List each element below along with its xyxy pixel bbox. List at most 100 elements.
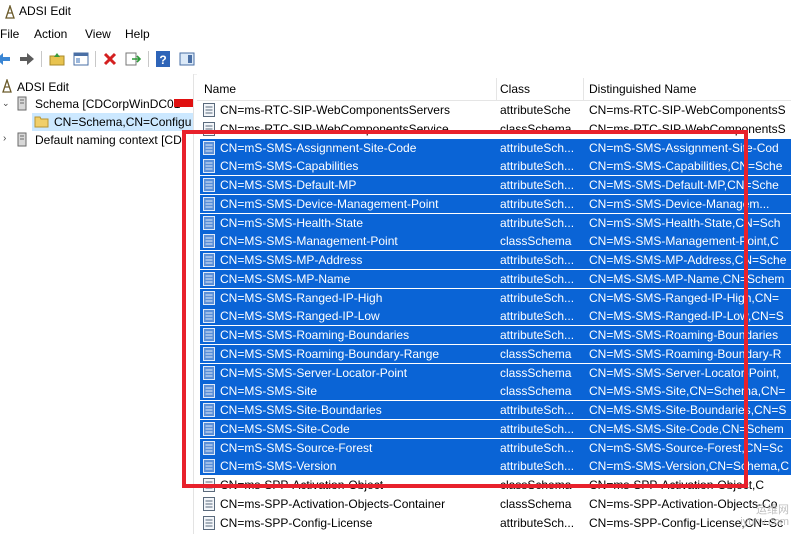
table-row[interactable]: CN=mS-SMS-Source-Forest attributeSch... CN…: [200, 438, 791, 457]
table-row[interactable]: CN=mS-SMS-Version attributeSch... CN=mS-SM…: [200, 457, 791, 476]
cell-class: attributeSch...: [500, 159, 575, 174]
cell-distinguished-name: CN=mS-SMS-Version,CN=Schema,C: [589, 459, 790, 474]
column-header-name[interactable]: Name: [204, 82, 236, 96]
cell-class: attributeSch...: [500, 271, 575, 286]
cell-name: CN=mS-SMS-Device-Management-Point: [220, 196, 439, 211]
schema-object-icon: [203, 478, 215, 492]
table-row[interactable]: CN=MS-SMS-MP-Name attributeSch... CN=MS-SM…: [200, 269, 791, 288]
schema-object-icon: [203, 309, 215, 324]
cell-name: CN=mS-SMS-Assignment-Site-Code: [220, 140, 417, 155]
column-header-distinguished-name[interactable]: Distinguished Name: [589, 82, 696, 96]
table-row[interactable]: CN=MS-SMS-Roaming-Boundaries attributeSch…: [200, 326, 791, 344]
watermark-line: 运维网: [756, 504, 789, 516]
results-list[interactable]: Name Class Distinguished Name CN=ms-RTC-…: [197, 74, 791, 534]
table-row[interactable]: CN=mS-SMS-Health-State attributeSch... CN=…: [200, 213, 791, 232]
cell-class: attributeSche: [500, 103, 571, 117]
watermark: 运维网 iyunv.com: [740, 504, 789, 528]
cell-name: CN=MS-SMS-Roaming-Boundaries: [220, 328, 410, 342]
cell-name: CN=MS-SMS-MP-Address: [220, 253, 363, 267]
table-row[interactable]: CN=ms-SPP-Activation-Objects-Container cl…: [200, 495, 791, 513]
table-row[interactable]: CN=mS-SMS-Assignment-Site-Code attributeS…: [200, 138, 791, 157]
table-row[interactable]: CN=ms-SPP-Activation-Object classSchema CN…: [200, 476, 791, 494]
cell-name: CN=MS-SMS-Ranged-IP-High: [220, 290, 383, 305]
cell-class: classSchema: [500, 365, 572, 380]
console-tree[interactable]: ADSI Edit ⌄ Schema [CDCorpWinDC01 CN=Sch…: [0, 74, 194, 534]
export-list-icon[interactable]: [124, 50, 142, 68]
cell-name: CN=ms-SPP-Config-License: [220, 515, 373, 530]
chevron-right-icon[interactable]: ›: [3, 133, 6, 144]
table-row[interactable]: CN=ms-SPP-Config-License attributeSch... C…: [200, 514, 791, 532]
table-row[interactable]: CN=MS-SMS-Site classSchema CN=MS-SMS-Site,…: [200, 382, 791, 401]
cell-name: CN=ms-RTC-SIP-WebComponentsService: [220, 121, 449, 136]
table-row[interactable]: CN=mS-SMS-Capabilities attributeSch... CN=…: [200, 157, 791, 176]
window-title: ADSI Edit: [19, 4, 72, 18]
tree-item-label: Schema [CDCorpWinDC01: [35, 97, 181, 111]
table-row[interactable]: CN=MS-SMS-Site-Code attributeSch... CN=MS-…: [200, 419, 791, 438]
cell-class: attributeSch...: [500, 403, 575, 417]
cell-name: CN=ms-RTC-SIP-WebComponentsServers: [220, 103, 450, 117]
table-row[interactable]: CN=ms-RTC-SIP-WebComponentsServers attrib…: [200, 101, 791, 119]
table-row[interactable]: CN=MS-SMS-Management-Point classSchema CN=…: [200, 232, 791, 251]
table-row[interactable]: CN=MS-SMS-MP-Address attributeSch... CN=MS…: [200, 251, 791, 269]
delete-icon[interactable]: [101, 50, 119, 68]
table-row[interactable]: CN=MS-SMS-Ranged-IP-High attributeSch... C…: [200, 288, 791, 307]
redaction-mark: [174, 99, 193, 107]
help-icon[interactable]: ?: [154, 50, 172, 68]
schema-object-icon: [203, 365, 215, 380]
show-hide-console-tree-icon[interactable]: [72, 50, 90, 68]
table-row[interactable]: CN=MS-SMS-Roaming-Boundary-Range classSch…: [200, 344, 791, 363]
cell-class: classSchema: [500, 234, 572, 249]
title-bar: ADSI Edit: [0, 0, 791, 24]
schema-object-icon: [203, 234, 215, 249]
schema-object-icon: [203, 421, 215, 436]
cell-class: attributeSch...: [500, 459, 575, 474]
cell-distinguished-name: CN=MS-SMS-Ranged-IP-High,CN=: [589, 290, 780, 305]
schema-object-icon: [203, 403, 215, 417]
table-row[interactable]: CN=mS-SMS-Device-Management-Point attribu…: [200, 194, 791, 213]
cell-distinguished-name: CN=MS-SMS-Management-Point,C: [589, 234, 779, 249]
schema-object-icon: [203, 459, 215, 474]
cell-distinguished-name: CN=mS-SMS-Assignment-Site-Cod: [589, 140, 779, 155]
table-row[interactable]: CN=MS-SMS-Default-MP attributeSch... CN=MS…: [200, 176, 791, 194]
tree-item-adsi-edit[interactable]: ADSI Edit: [0, 77, 190, 96]
cell-name: CN=MS-SMS-Management-Point: [220, 234, 398, 249]
table-row[interactable]: CN=MS-SMS-Server-Locator-Point classSchem…: [200, 363, 791, 382]
menu-file[interactable]: File: [0, 27, 19, 41]
schema-object-icon: [203, 178, 215, 192]
toolbar-separator: [41, 51, 42, 67]
cell-name: CN=mS-SMS-Source-Forest: [220, 440, 373, 455]
menu-view[interactable]: View: [85, 27, 111, 41]
forward-arrow-icon[interactable]: [18, 50, 36, 68]
cell-class: attributeSch...: [500, 215, 575, 230]
menu-help[interactable]: Help: [125, 27, 150, 41]
tree-item-default-naming-context[interactable]: › Default naming context [CD: [0, 131, 193, 149]
table-row[interactable]: CN=ms-RTC-SIP-WebComponentsService classS…: [200, 120, 791, 138]
column-divider[interactable]: [496, 78, 497, 100]
show-action-pane-icon[interactable]: [178, 50, 196, 68]
cell-class: attributeSch...: [500, 440, 575, 455]
menu-bar: File Action View Help: [0, 24, 791, 44]
server-icon: [17, 96, 27, 114]
schema-object-icon: [203, 515, 215, 530]
column-header-class[interactable]: Class: [500, 82, 530, 96]
cell-distinguished-name: CN=MS-SMS-MP-Name,CN=Schem: [589, 271, 785, 286]
schema-object-icon: [203, 140, 215, 155]
chevron-down-icon[interactable]: ⌄: [2, 98, 10, 109]
cell-class: classSchema: [500, 384, 572, 399]
cell-distinguished-name: CN=MS-SMS-Site,CN=Schema,CN=: [589, 384, 786, 399]
tree-item-label: Default naming context [CD: [35, 133, 182, 147]
table-row[interactable]: CN=MS-SMS-Site-Boundaries attributeSch...…: [200, 401, 791, 419]
menu-action[interactable]: Action: [34, 27, 67, 41]
back-arrow-icon[interactable]: [0, 50, 12, 68]
schema-object-icon: [203, 328, 215, 342]
toolbar: ?: [0, 44, 791, 75]
tree-item-schema[interactable]: ⌄ Schema [CDCorpWinDC01: [0, 95, 193, 114]
column-divider[interactable]: [583, 78, 584, 100]
cell-class: attributeSch...: [500, 253, 575, 267]
up-folder-icon[interactable]: [48, 50, 66, 68]
table-row[interactable]: CN=MS-SMS-Ranged-IP-Low attributeSch... CN…: [200, 307, 791, 326]
cell-distinguished-name: CN=MS-SMS-Default-MP,CN=Sche: [589, 178, 779, 192]
cell-name: CN=mS-SMS-Capabilities: [220, 159, 359, 174]
cell-distinguished-name: CN=mS-SMS-Capabilities,CN=Sche: [589, 159, 783, 174]
tree-item-schema-container[interactable]: CN=Schema,CN=Configu: [32, 113, 193, 131]
